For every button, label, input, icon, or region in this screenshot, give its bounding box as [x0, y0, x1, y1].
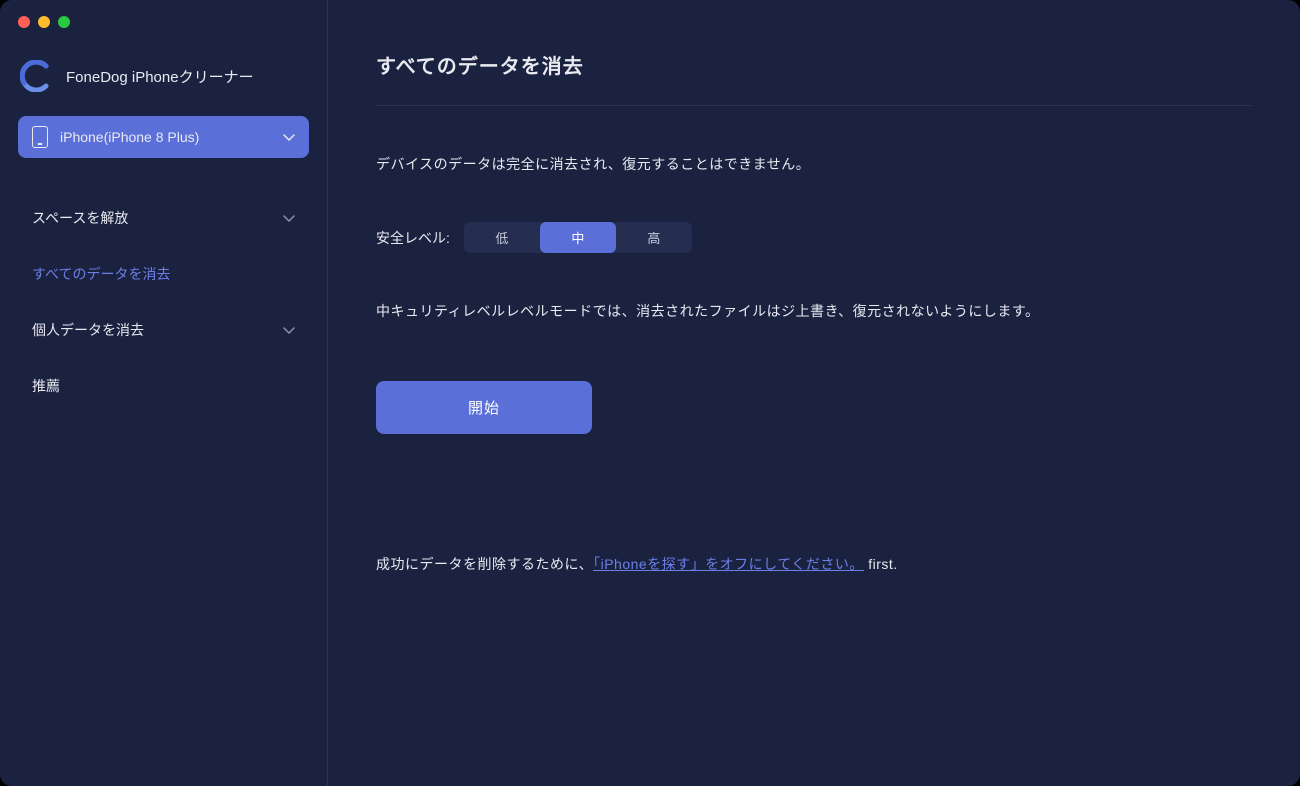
divider — [376, 105, 1252, 106]
sidebar-item-recommend[interactable]: 推薦 — [0, 358, 327, 414]
security-level-medium[interactable]: 中 — [540, 222, 616, 253]
security-level-low[interactable]: 低 — [464, 222, 540, 253]
sidebar-item-label: 推薦 — [32, 376, 60, 396]
sidebar-item-erase-all-data[interactable]: すべてのデータを消去 — [0, 246, 327, 302]
chevron-down-icon — [283, 134, 295, 141]
security-level-label: 安全レベル: — [376, 228, 450, 248]
security-level-description: 中キュリティレベルレベルモードでは、消去されたファイルはジ上書き、復元されないよ… — [376, 301, 1252, 321]
chevron-down-icon — [283, 327, 295, 334]
chevron-down-icon — [283, 215, 295, 222]
device-label: iPhone(iPhone 8 Plus) — [60, 129, 271, 145]
app-logo-icon — [20, 60, 52, 92]
minimize-window-button[interactable] — [38, 16, 50, 28]
app-window: FoneDog iPhoneクリーナー iPhone(iPhone 8 Plus… — [0, 0, 1300, 786]
sidebar-item-label: スペースを解放 — [32, 208, 128, 228]
sidebar-item-erase-private-data[interactable]: 個人データを消去 — [0, 302, 327, 358]
app-header: FoneDog iPhoneクリーナー — [0, 48, 327, 116]
footer-prefix: 成功にデータを削除するために、 — [376, 556, 593, 572]
main-content: すべてのデータを消去 デバイスのデータは完全に消去され、復元することはできません… — [328, 0, 1300, 786]
maximize-window-button[interactable] — [58, 16, 70, 28]
device-selector[interactable]: iPhone(iPhone 8 Plus) — [18, 116, 309, 158]
footer-text: 成功にデータを削除するために、「iPhoneを探す」をオフにしてください。 fi… — [376, 554, 1252, 574]
footer-suffix: first. — [864, 556, 898, 572]
sidebar-item-label: 個人データを消去 — [32, 320, 144, 340]
phone-icon — [32, 126, 48, 148]
security-level-row: 安全レベル: 低 中 高 — [376, 222, 1252, 253]
warning-text: デバイスのデータは完全に消去され、復元することはできません。 — [376, 154, 1252, 174]
close-window-button[interactable] — [18, 16, 30, 28]
sidebar-item-free-space[interactable]: スペースを解放 — [0, 190, 327, 246]
nav-list: スペースを解放 すべてのデータを消去 個人データを消去 推薦 — [0, 174, 327, 430]
find-my-iphone-link[interactable]: 「iPhoneを探す」をオフにしてください。 — [593, 556, 864, 572]
security-level-segments: 低 中 高 — [464, 222, 692, 253]
page-title: すべてのデータを消去 — [376, 50, 1252, 105]
app-title: FoneDog iPhoneクリーナー — [66, 66, 254, 87]
start-button[interactable]: 開始 — [376, 381, 592, 434]
sidebar: FoneDog iPhoneクリーナー iPhone(iPhone 8 Plus… — [0, 0, 328, 786]
window-controls — [18, 16, 70, 28]
security-level-high[interactable]: 高 — [616, 222, 692, 253]
sidebar-item-label: すべてのデータを消去 — [32, 264, 170, 284]
